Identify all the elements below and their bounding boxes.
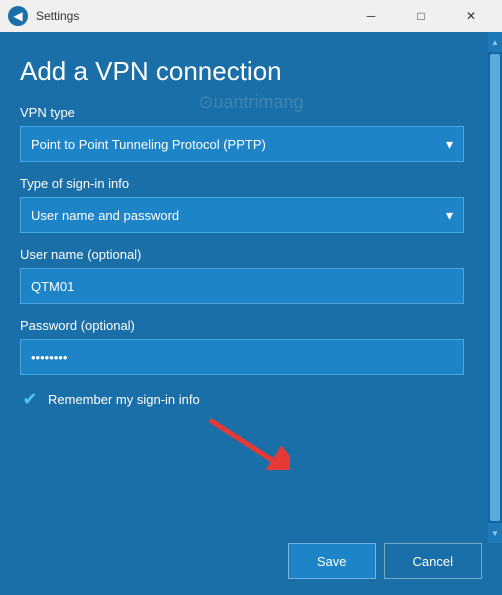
- close-button[interactable]: ✕: [448, 0, 494, 32]
- password-label: Password (optional): [20, 318, 464, 333]
- sign-in-type-value: User name and password: [31, 208, 179, 223]
- remember-checkbox-row[interactable]: ✔ Remember my sign-in info: [20, 389, 464, 409]
- window: ◀ Settings ─ □ ✕ ▲ ▼ Add a VPN connectio…: [0, 0, 502, 595]
- scroll-down-button[interactable]: ▼: [488, 523, 502, 543]
- vpn-type-arrow-icon: ▾: [446, 136, 453, 153]
- sign-in-type-field: Type of sign-in info User name and passw…: [20, 176, 464, 233]
- save-button[interactable]: Save: [288, 543, 376, 579]
- bottom-bar: Save Cancel: [0, 543, 502, 595]
- remember-label: Remember my sign-in info: [48, 392, 200, 407]
- minimize-button[interactable]: ─: [348, 0, 394, 32]
- scrollbar-thumb[interactable]: [490, 54, 500, 521]
- scrollbar[interactable]: ▲ ▼: [488, 32, 502, 543]
- title-bar-left: ◀ Settings: [8, 6, 79, 26]
- vpn-type-dropdown[interactable]: Point to Point Tunneling Protocol (PPTP)…: [20, 126, 464, 162]
- username-field: User name (optional): [20, 247, 464, 304]
- page-title: Add a VPN connection: [20, 56, 464, 87]
- sign-in-type-label: Type of sign-in info: [20, 176, 464, 191]
- vpn-type-label: VPN type: [20, 105, 464, 120]
- content-area: ▲ ▼ Add a VPN connection ⊙uantrimang VPN…: [0, 32, 502, 543]
- vpn-type-value: Point to Point Tunneling Protocol (PPTP): [31, 137, 266, 152]
- username-label: User name (optional): [20, 247, 464, 262]
- username-input[interactable]: [20, 268, 464, 304]
- cancel-button[interactable]: Cancel: [384, 543, 482, 579]
- maximize-button[interactable]: □: [398, 0, 444, 32]
- vpn-type-field: VPN type Point to Point Tunneling Protoc…: [20, 105, 464, 162]
- back-button[interactable]: ◀: [8, 6, 28, 26]
- sign-in-type-dropdown[interactable]: User name and password ▾: [20, 197, 464, 233]
- scrollable-content: Add a VPN connection ⊙uantrimang VPN typ…: [20, 56, 482, 527]
- scroll-up-button[interactable]: ▲: [488, 32, 502, 52]
- title-bar: ◀ Settings ─ □ ✕: [0, 0, 502, 32]
- sign-in-type-arrow-icon: ▾: [446, 207, 453, 224]
- password-input[interactable]: [20, 339, 464, 375]
- window-controls: ─ □ ✕: [348, 0, 494, 32]
- back-icon: ◀: [13, 9, 22, 23]
- password-field: Password (optional): [20, 318, 464, 375]
- window-title: Settings: [36, 9, 79, 23]
- checkbox-icon: ✔: [20, 389, 40, 409]
